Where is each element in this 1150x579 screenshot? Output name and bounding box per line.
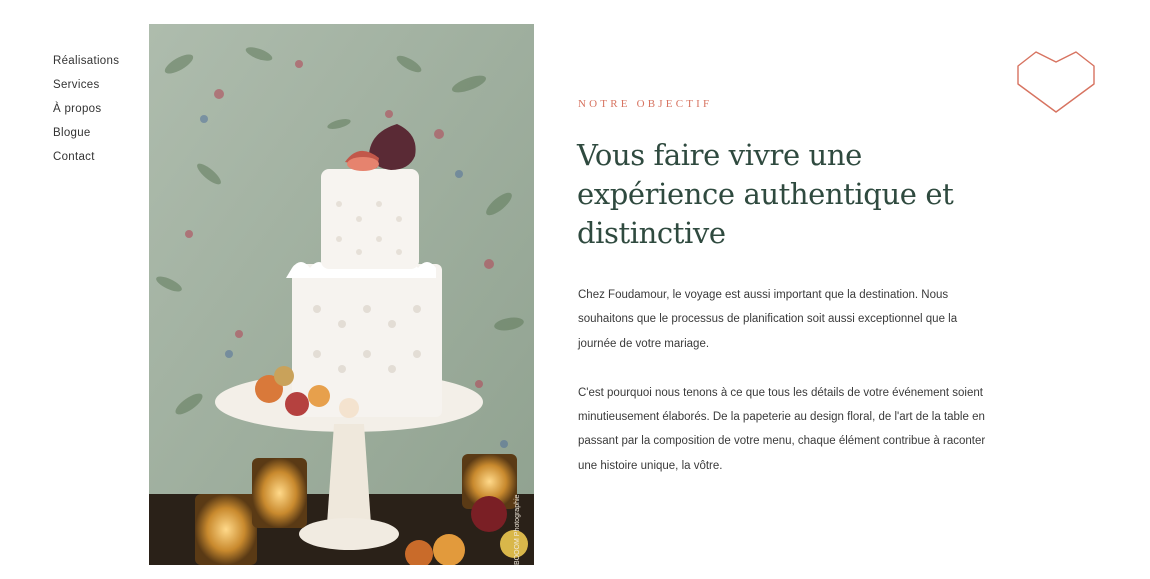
nav-item-services[interactable]: Services <box>53 77 119 101</box>
nav-item-realisations[interactable]: Réalisations <box>53 53 119 77</box>
nav-item-contact[interactable]: Contact <box>53 149 119 173</box>
wedding-cake-photo <box>149 24 534 565</box>
section-eyebrow: NOTRE OBJECTIF <box>578 98 713 110</box>
section-body: Chez Foudamour, le voyage est aussi impo… <box>578 283 998 503</box>
nav-item-a-propos[interactable]: À propos <box>53 101 119 125</box>
body-paragraph: Chez Foudamour, le voyage est aussi impo… <box>578 289 958 350</box>
heart-outline-icon <box>1016 50 1096 114</box>
section-headline: Vous faire vivre une expérience authenti… <box>577 138 954 250</box>
main-navigation: Réalisations Services À propos Blogue Co… <box>53 53 119 173</box>
nav-item-blogue[interactable]: Blogue <box>53 125 119 149</box>
photo-credit: BOOOM Photographie <box>514 494 521 565</box>
body-paragraph: C'est pourquoi nous tenons à ce que tous… <box>578 386 986 472</box>
